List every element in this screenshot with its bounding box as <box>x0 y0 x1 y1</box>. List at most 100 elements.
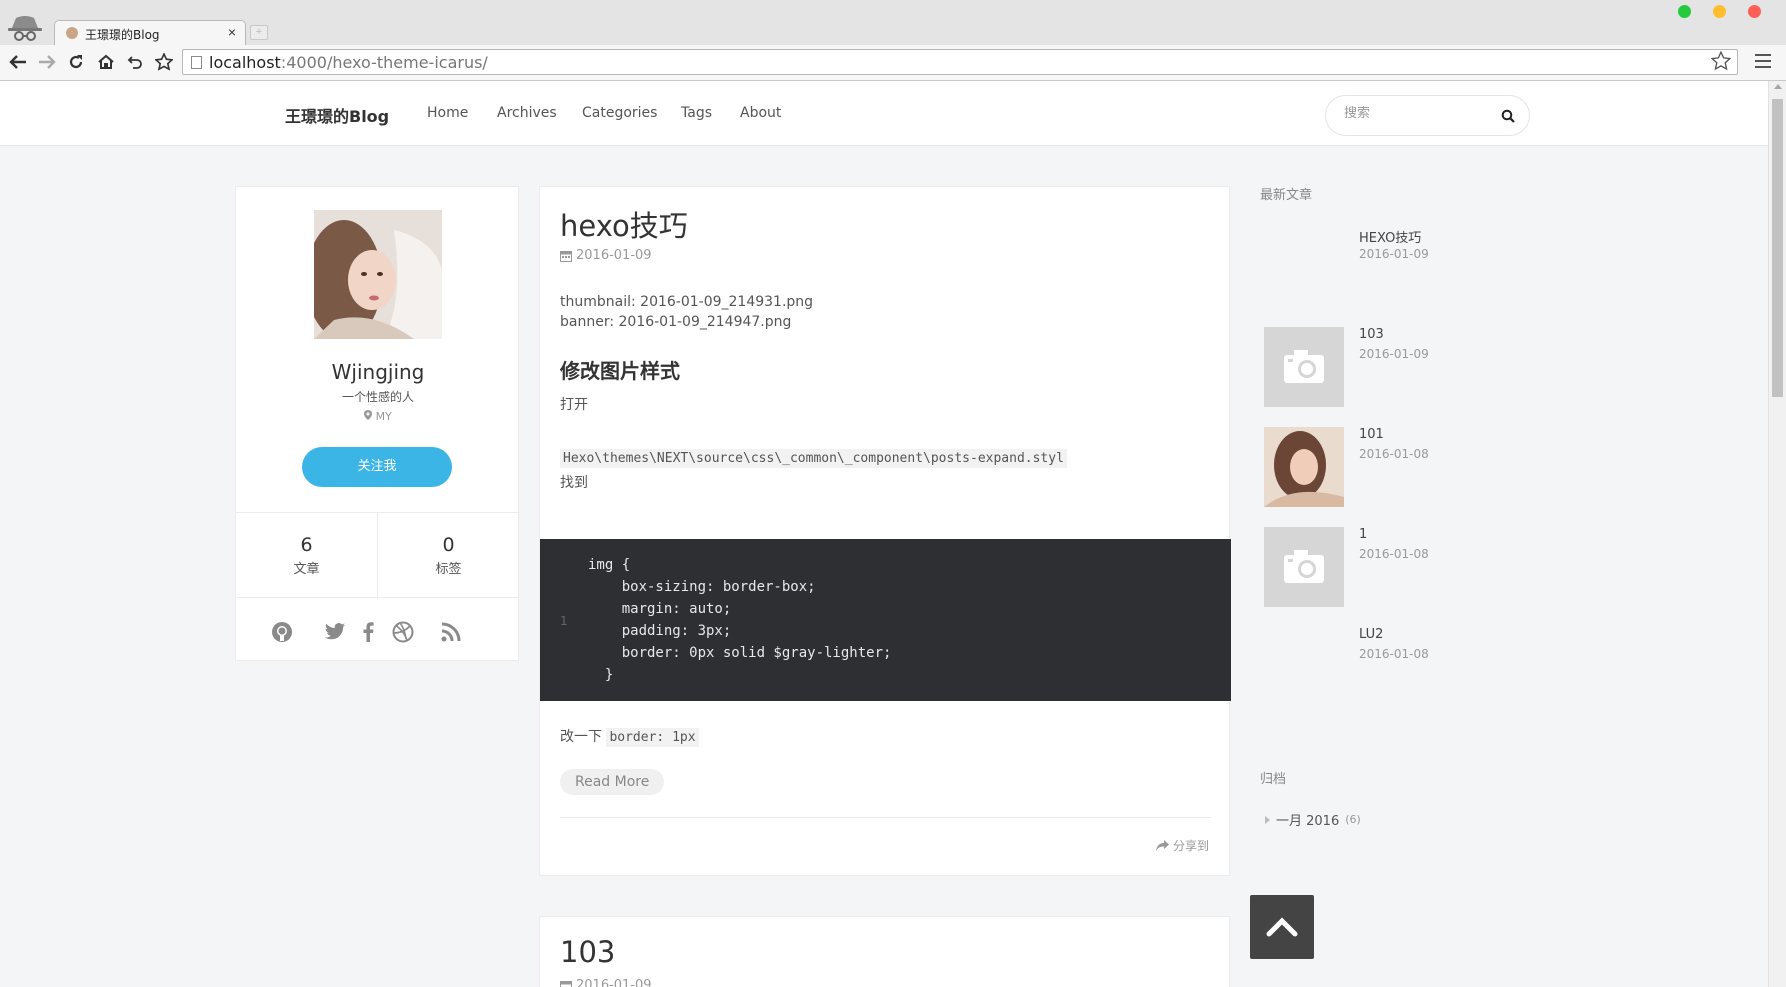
incognito-icon <box>8 16 42 41</box>
recent-post-item[interactable]: LU2 2016-01-08 <box>1260 627 1500 709</box>
recent-post-thumbnail[interactable] <box>1264 427 1344 507</box>
post-title[interactable]: hexo技巧 <box>560 203 688 245</box>
recent-post-item[interactable]: 1 2016-01-08 <box>1260 527 1500 609</box>
facebook-icon[interactable] <box>356 620 380 644</box>
avatar-photo <box>314 210 442 339</box>
stat-tags-value: 0 <box>442 534 455 556</box>
read-more-button[interactable]: Read More <box>560 769 665 795</box>
address-bar[interactable]: localhost:4000/hexo-theme-icarus/ <box>182 49 1738 75</box>
profile-card: Wjingjing 一个性感的人 MY 关注我 6 文章 0 标签 <box>235 186 520 661</box>
camera-placeholder-icon <box>1284 550 1324 583</box>
site-brand[interactable]: 王璟璟的Blog <box>285 103 389 127</box>
url-host: localhost <box>209 53 281 72</box>
stat-tags[interactable]: 0 标签 <box>378 513 519 599</box>
file-path: Hexo\themes\NEXT\source\css\_common\_com… <box>560 449 1067 468</box>
nav-categories[interactable]: Categories <box>582 105 657 121</box>
recent-post-item[interactable]: 101 2016-01-08 <box>1260 427 1500 509</box>
recent-post-title[interactable]: 103 <box>1359 327 1384 342</box>
post-section-heading: 修改图片样式 <box>560 359 680 383</box>
rss-icon[interactable] <box>439 620 463 644</box>
code-line-number: 1 <box>560 614 568 628</box>
window-close-button[interactable] <box>1748 5 1761 18</box>
share-button[interactable]: 分享到 <box>1155 837 1209 854</box>
bookmark-button[interactable] <box>152 50 176 74</box>
nav-archives[interactable]: Archives <box>497 105 557 121</box>
recent-post-date: 2016-01-08 <box>1359 647 1429 661</box>
search-icon[interactable] <box>1501 109 1515 123</box>
back-button[interactable] <box>6 50 30 74</box>
camera-placeholder-icon <box>1284 350 1324 383</box>
profile-bio: 一个性感的人 <box>341 390 414 404</box>
recent-post-title[interactable]: 1 <box>1359 527 1367 542</box>
follow-button[interactable]: 关注我 <box>302 447 452 487</box>
bookmark-star-icon[interactable] <box>1711 51 1731 71</box>
recent-post-title[interactable]: LU2 <box>1359 627 1383 642</box>
nav-home[interactable]: Home <box>427 105 468 121</box>
calendar-icon <box>560 250 572 262</box>
file-path-code: Hexo\themes\NEXT\source\css\_common\_com… <box>560 449 1067 468</box>
recent-post-thumbnail[interactable] <box>1264 327 1344 407</box>
recent-post-title[interactable]: 101 <box>1359 427 1384 442</box>
share-icon <box>1155 840 1169 851</box>
dribbble-icon[interactable] <box>391 620 415 644</box>
recent-post-date: 2016-01-09 <box>1359 347 1429 361</box>
archive-title: 归档 <box>1260 772 1287 787</box>
post-card: hexo技巧 2016-01-09 thumbnail: 2016-01-09_… <box>539 186 1231 876</box>
nav-tags[interactable]: Tags <box>681 105 712 121</box>
forward-arrow-icon <box>39 55 56 69</box>
new-tab-button[interactable]: + <box>250 25 268 40</box>
home-icon <box>98 54 114 69</box>
back-to-top-button[interactable] <box>1250 895 1314 959</box>
reload-button[interactable] <box>64 50 88 74</box>
stat-posts[interactable]: 6 文章 <box>236 513 377 599</box>
post-2-title[interactable]: 103 <box>560 935 615 969</box>
post-2-date: 2016-01-09 <box>560 978 652 987</box>
chevron-up-icon <box>1266 917 1298 937</box>
reload-icon <box>69 55 83 69</box>
archive-label[interactable]: 一月 2016 <box>1276 810 1339 829</box>
tab-close-icon[interactable]: × <box>228 24 236 40</box>
browser-tabbar: 王璟璟的Blog × + <box>0 0 1786 45</box>
undo-icon <box>127 56 142 69</box>
profile-location: MY <box>236 410 520 423</box>
undo-close-button[interactable] <box>123 50 147 74</box>
calendar-icon <box>560 980 572 987</box>
post-date: 2016-01-09 <box>560 248 652 263</box>
recent-post-item[interactable]: HEXO技巧 2016-01-09 <box>1260 227 1500 309</box>
map-marker-icon <box>364 410 373 420</box>
search-input[interactable] <box>1344 106 1494 121</box>
code-content: img { box-sizing: border-box; margin: au… <box>588 557 892 683</box>
url-path: :4000/hexo-theme-icarus/ <box>280 53 488 72</box>
archive-item[interactable]: 一月 2016 (6) <box>1265 810 1361 829</box>
home-button[interactable] <box>94 50 118 74</box>
forward-button[interactable] <box>35 50 59 74</box>
twitter-icon[interactable] <box>323 620 347 644</box>
window-maximize-button[interactable] <box>1678 5 1691 18</box>
recent-posts-title: 最新文章 <box>1260 188 1313 203</box>
scrollbar[interactable] <box>1768 81 1786 987</box>
post-divider <box>560 817 1211 818</box>
browser-toolbar: localhost:4000/hexo-theme-icarus/ <box>0 45 1786 81</box>
browser-menu-icon[interactable] <box>1755 54 1771 70</box>
nav-about[interactable]: About <box>740 105 781 121</box>
scrollbar-thumb[interactable] <box>1772 99 1783 397</box>
stat-tags-label: 标签 <box>435 562 462 577</box>
recent-post-thumbnail[interactable] <box>1264 527 1344 607</box>
recent-post-item[interactable]: 103 2016-01-09 <box>1260 327 1500 409</box>
expand-triangle-icon[interactable] <box>1265 815 1270 824</box>
profile-stats: 6 文章 0 标签 <box>236 512 520 599</box>
search-box <box>1325 95 1530 136</box>
open-text: 打开 <box>560 397 588 413</box>
favicon-icon <box>66 27 78 39</box>
post-card-2: 103 2016-01-09 <box>539 916 1230 987</box>
window-minimize-button[interactable] <box>1713 5 1726 18</box>
scroll-up-arrow-icon[interactable] <box>1774 84 1782 89</box>
change-line: 改一下 border: 1px <box>560 726 699 747</box>
share-label: 分享到 <box>1172 839 1209 853</box>
browser-tab[interactable]: 王璟璟的Blog × <box>54 20 246 45</box>
banner-line: banner: 2016-01-09_214947.png <box>560 314 792 330</box>
recent-post-date: 2016-01-08 <box>1359 447 1429 461</box>
url-text: localhost:4000/hexo-theme-icarus/ <box>209 53 488 72</box>
recent-post-title[interactable]: HEXO技巧 <box>1359 227 1421 246</box>
github-icon[interactable] <box>270 620 294 644</box>
